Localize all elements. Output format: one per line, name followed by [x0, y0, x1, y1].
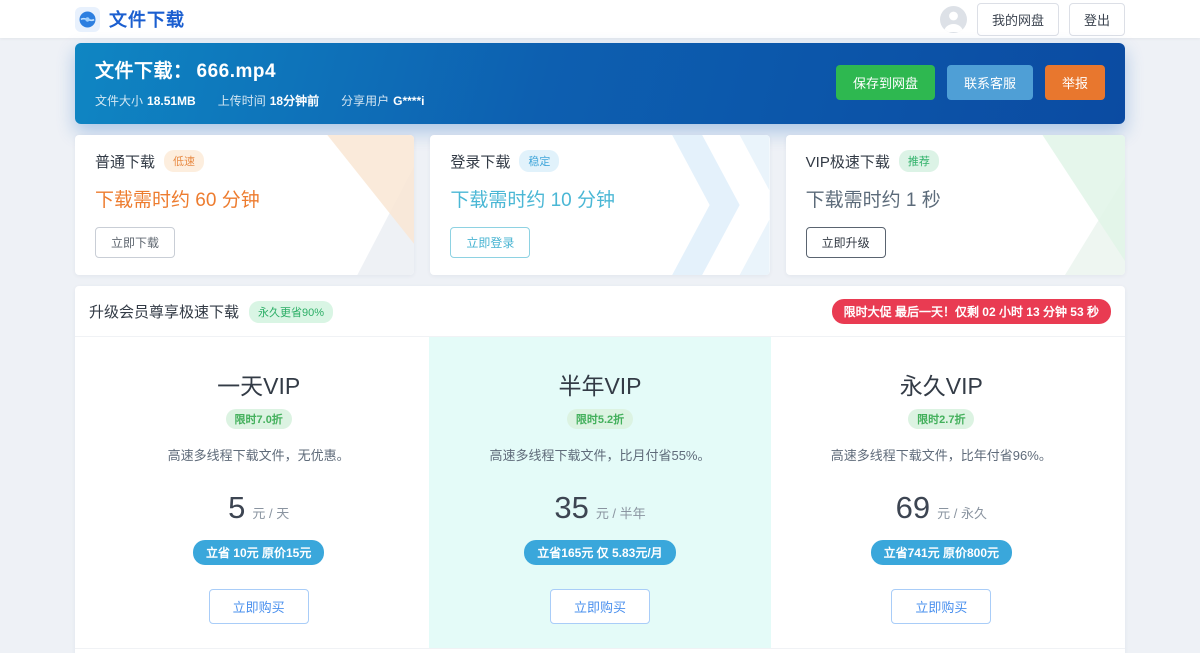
app-logo-icon	[75, 7, 100, 32]
report-button[interactable]: 举报	[1045, 65, 1105, 100]
user-avatar[interactable]	[940, 6, 967, 33]
speed-badge: 稳定	[519, 150, 559, 172]
estimated-time: 下载需时约 60 分钟	[95, 185, 394, 212]
member-perks: 所有会员均尊享以下特权： ✓ VIP极速下载通道 ✓ 多文件同时下载 ✓ 去除弹…	[75, 648, 1125, 653]
estimated-time: 下载需时约 10 分钟	[450, 185, 749, 212]
recommend-badge: 推荐	[899, 150, 939, 172]
login-now-button[interactable]: 立即登录	[450, 227, 530, 258]
discount-badge: 限时7.0折	[226, 409, 292, 429]
plan-price: 35	[554, 490, 588, 526]
plan-price-unit: 元 / 天	[252, 503, 289, 522]
banner-title-prefix: 文件下载：	[95, 61, 193, 82]
plan-name: 永久VIP	[900, 367, 983, 401]
page-title: 文件下载	[109, 6, 185, 32]
normal-download-card: 普通下载 低速 下载需时约 60 分钟 立即下载	[75, 135, 414, 275]
logout-button[interactable]: 登出	[1069, 3, 1125, 36]
login-download-card: 登录下载 稳定 下载需时约 10 分钟 立即登录	[430, 135, 769, 275]
plan-description: 高速多线程下载文件，比年付省96%。	[831, 445, 1052, 464]
card-title: VIP极速下载	[806, 151, 890, 172]
plan-permanent: 永久VIP 限时2.7折 高速多线程下载文件，比年付省96%。 69 元 / 永…	[771, 337, 1112, 648]
plan-price-unit: 元 / 永久	[937, 503, 987, 522]
estimated-time: 下载需时约 1 秒	[806, 185, 1105, 212]
plan-price-unit: 元 / 半年	[596, 503, 646, 522]
saving-pill: 立省741元 原价800元	[871, 540, 1012, 565]
top-header: 文件下载 我的网盘 登出	[0, 0, 1200, 38]
plan-name: 一天VIP	[217, 367, 300, 401]
share-user: 分享用户G****i	[341, 92, 424, 109]
brand: 文件下载	[75, 6, 185, 32]
file-meta: 文件大小18.51MB 上传时间18分钟前 分享用户G****i	[95, 92, 424, 109]
plan-price: 69	[896, 490, 930, 526]
vip-download-card: VIP极速下载 推荐 下载需时约 1 秒 立即升级	[786, 135, 1125, 275]
vip-section: 升级会员尊享极速下载 永久更省90% 限时大促 最后一天！仅剩 02 小时 13…	[75, 286, 1125, 653]
file-banner: 文件下载：666.mp4 文件大小18.51MB 上传时间18分钟前 分享用户G…	[75, 43, 1125, 124]
contact-support-button[interactable]: 联系客服	[947, 65, 1033, 100]
download-now-button[interactable]: 立即下载	[95, 227, 175, 258]
save-to-drive-button[interactable]: 保存到网盘	[836, 65, 935, 100]
buy-now-button[interactable]: 立即购买	[891, 589, 991, 624]
plan-one-day: 一天VIP 限时7.0折 高速多线程下载文件，无优惠。 5 元 / 天 立省 1…	[88, 337, 429, 648]
vip-section-title: 升级会员尊享极速下载	[89, 301, 239, 322]
file-size: 文件大小18.51MB	[95, 92, 196, 109]
upload-time: 上传时间18分钟前	[218, 92, 319, 109]
my-drive-button[interactable]: 我的网盘	[977, 3, 1059, 36]
countdown-badge: 限时大促 最后一天！仅剩 02 小时 13 分钟 53 秒	[832, 299, 1111, 324]
discount-badge: 限时2.7折	[908, 409, 974, 429]
buy-now-button[interactable]: 立即购买	[550, 589, 650, 624]
card-title: 普通下载	[95, 151, 155, 172]
plan-name: 半年VIP	[558, 367, 641, 401]
plan-description: 高速多线程下载文件，无优惠。	[168, 445, 350, 464]
download-options: 普通下载 低速 下载需时约 60 分钟 立即下载 登录下载 稳定 下载需时约 1…	[75, 135, 1125, 275]
upgrade-now-button[interactable]: 立即升级	[806, 227, 886, 258]
vip-plans: 一天VIP 限时7.0折 高速多线程下载文件，无优惠。 5 元 / 天 立省 1…	[75, 337, 1125, 648]
save-badge: 永久更省90%	[249, 301, 333, 323]
card-title: 登录下载	[450, 151, 510, 172]
plan-half-year: 半年VIP 限时5.2折 高速多线程下载文件，比月付省55%。 35 元 / 半…	[429, 337, 770, 648]
discount-badge: 限时5.2折	[567, 409, 633, 429]
file-name: 666.mp4	[197, 61, 277, 82]
banner-title: 文件下载：666.mp4	[95, 56, 424, 83]
buy-now-button[interactable]: 立即购买	[209, 589, 309, 624]
speed-badge: 低速	[164, 150, 204, 172]
plan-description: 高速多线程下载文件，比月付省55%。	[489, 445, 710, 464]
saving-pill: 立省 10元 原价15元	[193, 540, 324, 565]
plan-price: 5	[228, 490, 245, 526]
saving-pill: 立省165元 仅 5.83元/月	[524, 540, 675, 565]
